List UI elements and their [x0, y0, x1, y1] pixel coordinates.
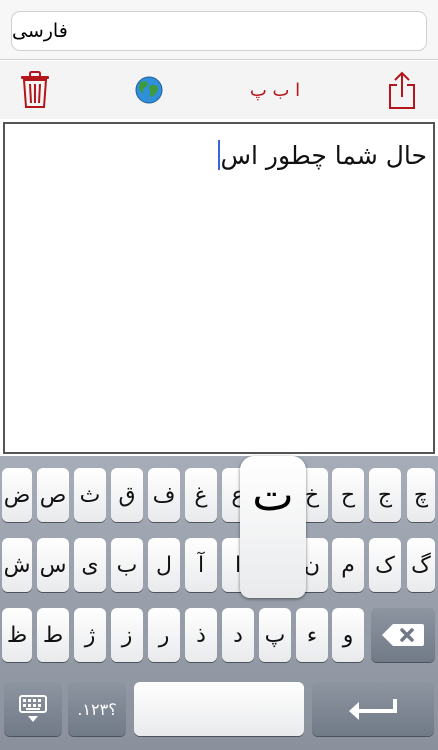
key-1-2[interactable]: ج — [369, 468, 401, 522]
language-bar: فارسی — [0, 0, 438, 60]
editor-text: حال شما چطور اس — [220, 140, 427, 170]
key-1-3[interactable]: ح — [332, 468, 364, 522]
numbers-key[interactable]: .؟۱۲۳ — [68, 682, 126, 736]
globe-button[interactable] — [130, 69, 168, 111]
editor-content: حال شما چطور اس — [217, 140, 427, 170]
text-caret — [218, 140, 221, 170]
key-2-3[interactable]: م — [332, 538, 364, 592]
backspace-icon — [382, 624, 424, 646]
toolbar: ا ب پ — [0, 61, 438, 119]
key-2-12[interactable]: ش — [2, 538, 32, 592]
key-3-2[interactable]: ء — [296, 608, 328, 662]
key-1-10[interactable]: ث — [74, 468, 106, 522]
key-2-2[interactable]: ک — [369, 538, 401, 592]
key-3-4[interactable]: د — [222, 608, 254, 662]
key-3-7[interactable]: ز — [111, 608, 143, 662]
text-editor[interactable]: حال شما چطور اس — [3, 122, 435, 454]
return-icon — [349, 699, 397, 720]
key-2-1[interactable]: گ — [407, 538, 435, 592]
key-popup-char: ت — [252, 470, 294, 521]
return-key[interactable] — [312, 682, 434, 736]
key-2-8[interactable]: ل — [148, 538, 180, 592]
key-3-5[interactable]: ذ — [185, 608, 217, 662]
key-2-10[interactable]: ی — [74, 538, 106, 592]
key-2-11[interactable]: س — [37, 538, 69, 592]
trash-button[interactable] — [18, 69, 52, 111]
share-button[interactable] — [384, 69, 420, 111]
key-3-3[interactable]: پ — [259, 608, 291, 662]
key-1-12[interactable]: ض — [2, 468, 32, 522]
keyboard-switch-key[interactable] — [4, 682, 62, 736]
trash-icon — [21, 71, 49, 108]
key-1-7[interactable]: غ — [185, 468, 217, 522]
key-2-7[interactable]: آ — [185, 538, 217, 592]
globe-icon — [135, 76, 163, 104]
key-popup: ت — [240, 456, 306, 598]
key-3-6[interactable]: ر — [148, 608, 180, 662]
key-3-1[interactable]: و — [332, 608, 364, 662]
key-2-9[interactable]: ب — [111, 538, 143, 592]
key-1-1[interactable]: چ — [407, 468, 435, 522]
key-3-9[interactable]: ط — [37, 608, 69, 662]
share-icon — [389, 71, 415, 109]
backspace-key[interactable] — [371, 608, 435, 662]
key-1-8[interactable]: ف — [148, 468, 180, 522]
alphabet-button[interactable]: ا ب پ — [243, 69, 307, 111]
keyboard-icon — [19, 695, 47, 722]
key-1-9[interactable]: ق — [111, 468, 143, 522]
key-3-10[interactable]: ظ — [2, 608, 32, 662]
key-3-8[interactable]: ژ — [74, 608, 106, 662]
key-1-11[interactable]: ص — [37, 468, 69, 522]
language-field[interactable]: فارسی — [11, 11, 427, 51]
space-key[interactable] — [134, 682, 304, 736]
persian-keyboard: چ ج ح خ ه ع غ ف ق ث ص ض گ ک م ن ت ا آ ل … — [0, 456, 438, 750]
